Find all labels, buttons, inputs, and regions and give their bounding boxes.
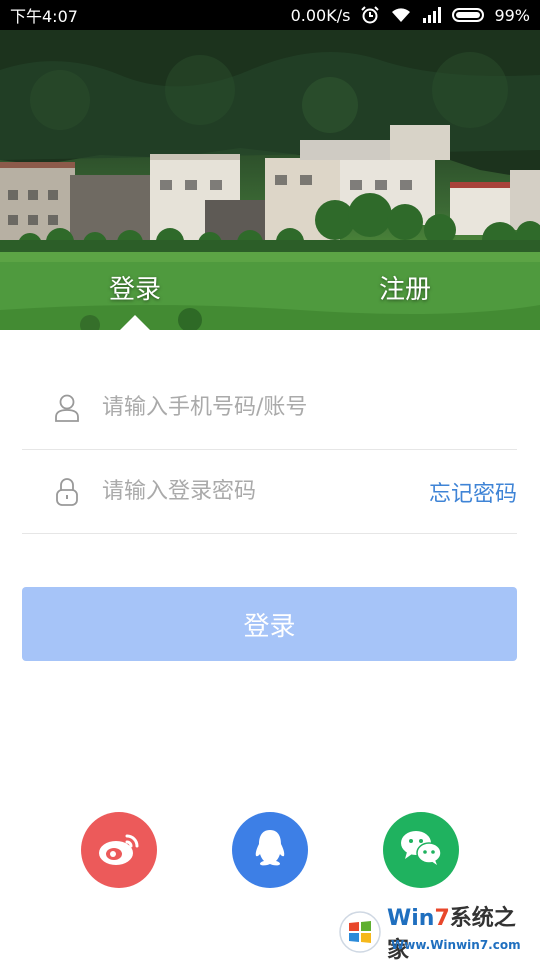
weibo-login-button[interactable] (81, 812, 157, 888)
watermark-seven: 7 (434, 906, 450, 931)
user-icon (50, 391, 84, 425)
status-bar: 下午4:07 0.00K/s 99% (0, 0, 540, 30)
qq-icon (253, 828, 287, 872)
signal-icon (422, 7, 442, 23)
windows-logo-icon (339, 911, 381, 953)
password-row: 忘记密码 (22, 450, 517, 534)
weibo-icon (97, 828, 141, 872)
tab-login[interactable]: 登录 (65, 270, 205, 310)
password-input[interactable] (102, 471, 429, 512)
watermark-win: Win (387, 906, 435, 931)
header-image: 登录 注册 (0, 30, 540, 330)
forgot-password-link[interactable]: 忘记密码 (429, 476, 517, 508)
wechat-icon (399, 829, 443, 871)
battery-percent: 99% (494, 5, 530, 25)
watermark-url: Www.Winwin7.com (391, 938, 521, 952)
lock-icon (50, 475, 84, 509)
alarm-icon (360, 5, 380, 25)
wifi-icon (390, 6, 412, 24)
status-right: 0.00K/s 99% (291, 5, 530, 25)
qq-login-button[interactable] (232, 812, 308, 888)
network-speed: 0.00K/s (290, 5, 351, 25)
status-time: 下午4:07 (10, 7, 78, 26)
battery-fill (456, 12, 481, 18)
selected-tab-indicator (120, 315, 150, 330)
phone-input[interactable] (102, 387, 517, 428)
watermark: Win7系统之家 Www.Winwin7.com (339, 906, 534, 960)
battery-icon (452, 8, 485, 22)
wechat-login-button[interactable] (383, 812, 459, 888)
tab-register[interactable]: 注册 (335, 270, 475, 310)
login-button[interactable]: 登录 (22, 587, 517, 661)
phone-row (22, 366, 517, 450)
